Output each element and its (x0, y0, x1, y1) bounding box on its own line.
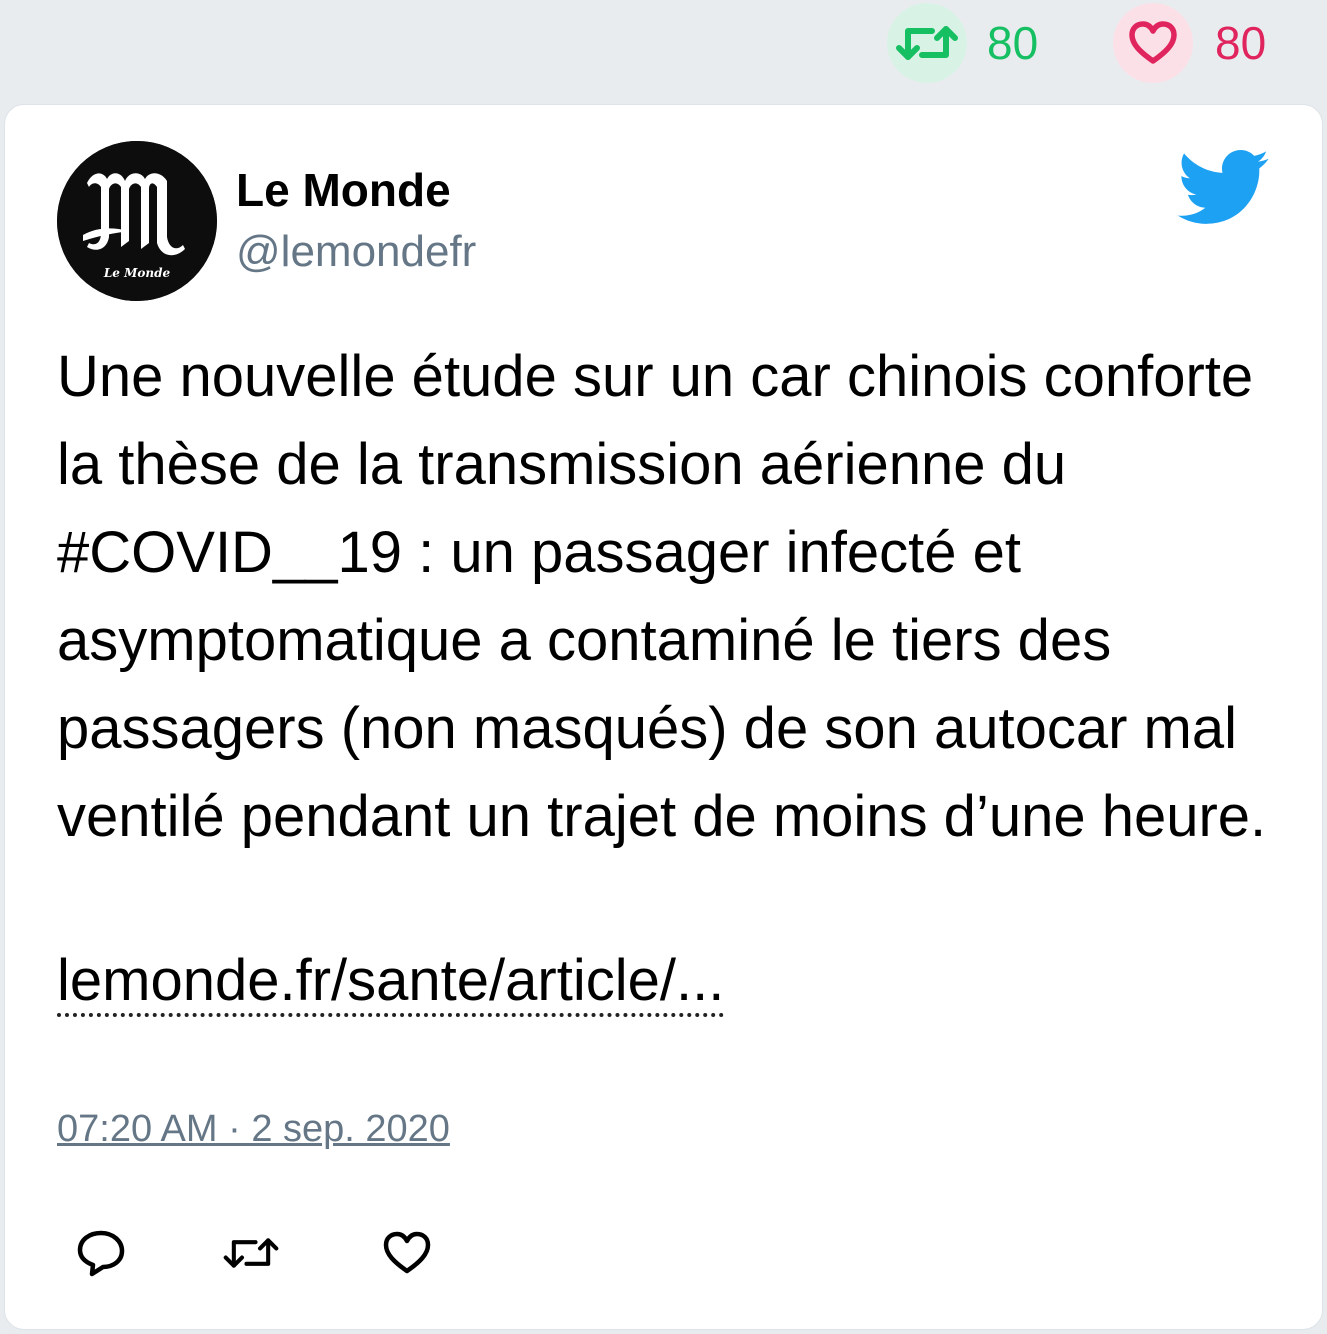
reply-button[interactable] (73, 1225, 129, 1281)
le-monde-logo: Le Monde (57, 141, 217, 301)
avatar-text: Le Monde (103, 266, 171, 280)
retweet-stat-icon-bg (887, 3, 967, 83)
retweet-button[interactable] (223, 1225, 279, 1281)
retweet-icon (223, 1238, 279, 1268)
article-link[interactable]: lemonde.fr/sante/article/... (57, 949, 725, 1017)
tweet-actions (5, 1225, 1322, 1285)
like-stat-icon-bg (1113, 3, 1193, 83)
author-name[interactable]: Le Monde (236, 167, 451, 213)
author-handle[interactable]: @lemondefr (236, 230, 476, 274)
tweet-text: Une nouvelle étude sur un car chinois co… (57, 344, 1267, 849)
retweet-count: 80 (987, 17, 1039, 69)
retweet-stat[interactable]: 80 (887, 3, 1038, 83)
retweet-icon (896, 26, 958, 60)
avatar[interactable]: Le Monde (57, 141, 217, 301)
engagement-stats: 80 80 (0, 0, 1327, 90)
like-button[interactable] (379, 1225, 435, 1281)
heart-icon (383, 1231, 431, 1274)
reply-icon (77, 1230, 125, 1277)
twitter-bird-icon[interactable] (1173, 147, 1271, 227)
tweet-card: Le Monde Le Monde @lemondefr Une nouvell… (4, 104, 1323, 1330)
like-count: 80 (1215, 17, 1267, 69)
heart-icon (1129, 21, 1177, 64)
like-stat[interactable]: 80 (1113, 3, 1266, 83)
tweet-timestamp[interactable]: 07:20 AM · 2 sep. 2020 (57, 1110, 450, 1148)
